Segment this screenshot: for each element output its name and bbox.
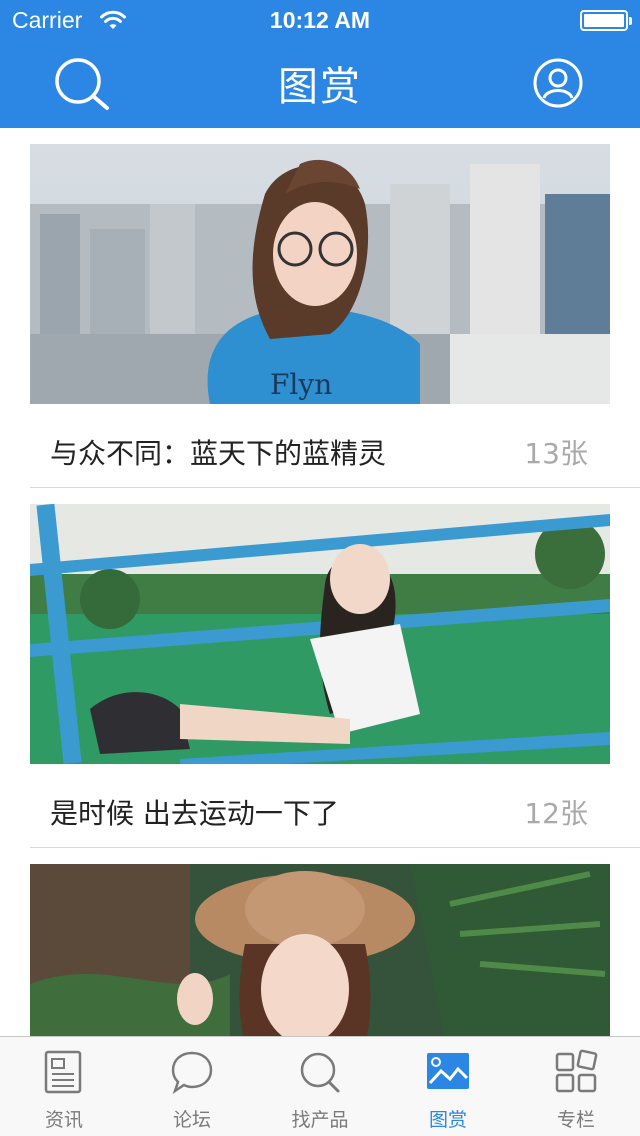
card-photo-count: 13张 xyxy=(524,437,588,470)
gallery-feed[interactable]: Flyn 与众不同：蓝天下的蓝精灵 13张 是时候 出去运动一下了 12张 xyxy=(0,128,640,1036)
photo-girl-sports-field xyxy=(30,504,610,764)
gallery-photo[interactable]: Flyn xyxy=(30,144,610,404)
svg-text:Flyn: Flyn xyxy=(270,368,332,401)
gallery-card[interactable]: 是时候 出去运动一下了 12张 xyxy=(0,488,640,848)
tab-label: 图赏 xyxy=(428,1109,467,1131)
user-icon[interactable] xyxy=(532,57,584,109)
photo-girl-city-rooftop: Flyn xyxy=(30,144,610,404)
search-icon xyxy=(300,1052,340,1093)
grid-icon xyxy=(555,1049,598,1093)
tab-label: 资讯 xyxy=(44,1109,83,1131)
card-photo-count: 12张 xyxy=(524,797,588,830)
tab-column[interactable]: 专栏 xyxy=(512,1037,640,1136)
image-icon xyxy=(427,1053,469,1089)
gallery-photo[interactable] xyxy=(30,864,610,1036)
tab-label: 找产品 xyxy=(291,1109,349,1131)
news-icon xyxy=(44,1050,82,1094)
top-bar: Carrier 10:12 AM 图赏 xyxy=(0,0,640,128)
card-title[interactable]: 是时候 出去运动一下了 xyxy=(50,792,339,832)
tab-label: 论坛 xyxy=(172,1109,211,1131)
gallery-card[interactable]: Flyn 与众不同：蓝天下的蓝精灵 13张 xyxy=(0,128,640,488)
status-time: 10:12 AM xyxy=(269,7,371,33)
tab-find-product[interactable]: 找产品 xyxy=(256,1037,384,1136)
tab-forum[interactable]: 论坛 xyxy=(128,1037,256,1136)
status-bar: Carrier 10:12 AM xyxy=(0,0,640,40)
photo-girl-straw-hat xyxy=(30,864,610,1036)
card-title[interactable]: 与众不同：蓝天下的蓝精灵 xyxy=(50,432,386,472)
chat-icon xyxy=(171,1051,213,1095)
battery-icon xyxy=(580,10,632,31)
tab-gallery[interactable]: 图赏 xyxy=(384,1037,512,1136)
tab-label: 专栏 xyxy=(556,1109,595,1131)
tab-news[interactable]: 资讯 xyxy=(0,1037,128,1136)
tab-bar: 资讯 论坛 找产品 图赏 专栏 xyxy=(0,1036,640,1136)
gallery-photo[interactable] xyxy=(30,504,610,764)
gallery-card[interactable] xyxy=(0,848,640,1036)
